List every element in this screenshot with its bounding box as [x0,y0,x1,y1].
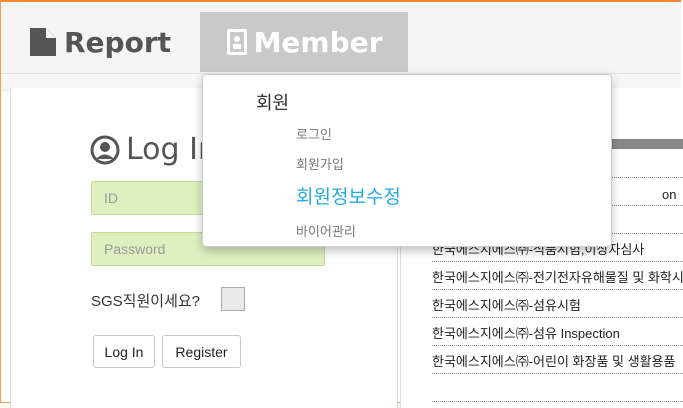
document-icon [30,28,56,56]
nav-report[interactable]: Report [28,12,171,72]
nav-member-label: Member [253,25,383,59]
id-placeholder: ID [104,190,118,206]
password-placeholder: Password [104,241,166,257]
dropdown-header: 회원 [256,93,290,114]
sgs-employee-checkbox[interactable] [221,287,245,311]
list-item[interactable] [432,374,683,402]
user-circle-icon [90,135,120,164]
list-item[interactable]: 한국에스지에스㈜-섬유 Inspection [432,318,683,346]
list-item[interactable]: 한국에스지에스㈜-어린이 화장품 및 생활용품 [432,346,683,374]
menu-item-edit-profile[interactable]: 회원정보수정 [296,182,401,209]
list-item[interactable]: 한국에스지에스㈜-전기전자유해물질 및 화학시험 [432,262,683,290]
menu-item-buyer-management[interactable]: 바이어관리 [296,221,356,240]
menu-item-signup[interactable]: 회원가입 [296,154,344,173]
login-title: Log In [90,132,217,167]
sgs-employee-label: SGS직원이세요? [91,293,201,310]
id-badge-icon [226,29,247,55]
register-button[interactable]: Register [162,335,241,368]
login-button[interactable]: Log In [93,335,155,368]
menu-item-login[interactable]: 로그인 [296,124,332,143]
nav-member[interactable]: Member [200,12,408,72]
nav-report-label: Report [64,25,172,59]
list-item[interactable]: 한국에스지에스㈜-섬유시험 [432,290,683,318]
